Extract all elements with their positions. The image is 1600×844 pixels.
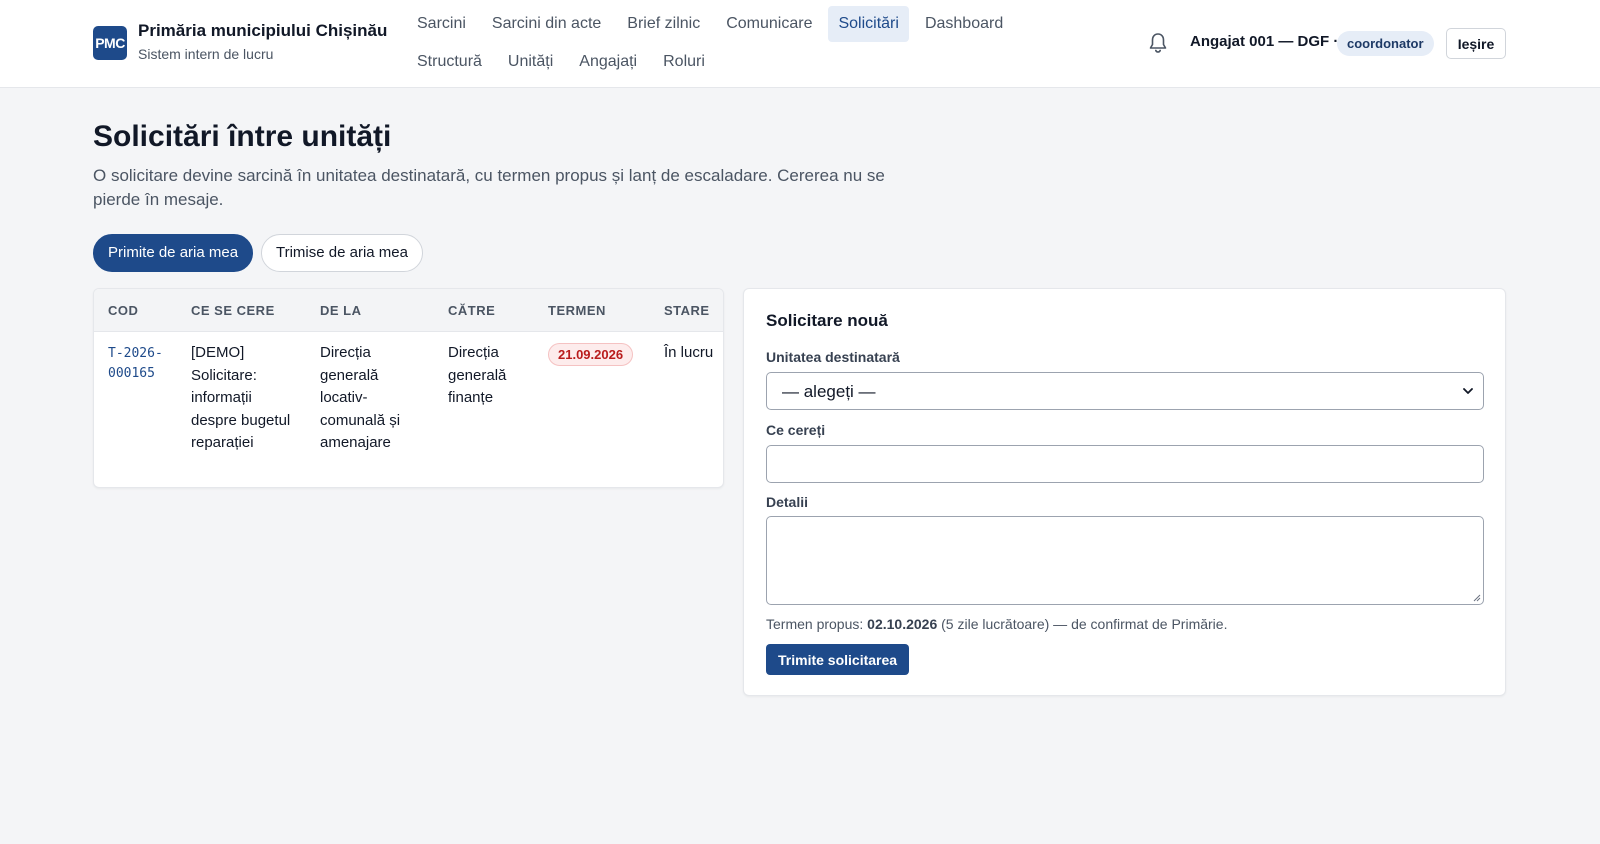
cell-request: [DEMO] Solicitare: informații despre bug… <box>191 344 291 451</box>
col-header-code[interactable]: COD <box>108 303 138 318</box>
hint-date: 02.10.2026 <box>867 616 938 632</box>
tab-sent[interactable]: Trimise de aria mea <box>261 234 423 272</box>
requests-table: COD CE SE CERE DE LA CĂTRE TERMEN STARE … <box>93 288 724 488</box>
nav-roluri[interactable]: Roluri <box>653 44 715 80</box>
ask-label: Ce cereți <box>766 422 826 438</box>
main-nav: Sarcini Sarcini din acte Brief zilnic Co… <box>407 6 1047 82</box>
new-request-form: Solicitare nouă Unitatea destinatară — a… <box>743 288 1506 696</box>
nav-brief-zilnic[interactable]: Brief zilnic <box>617 6 710 42</box>
cell-from: Direcția generală locativ-comunală și am… <box>320 344 401 451</box>
col-header-request[interactable]: CE SE CERE <box>191 303 275 318</box>
top-bar: PMC Primăria municipiului Chișinău Siste… <box>0 0 1600 88</box>
cell-code[interactable]: T-2026-000165 <box>108 344 168 384</box>
resize-handle-icon[interactable] <box>1472 593 1481 602</box>
logo[interactable]: PMC <box>93 26 127 60</box>
col-header-from[interactable]: DE LA <box>320 303 362 318</box>
logout-button[interactable]: Ieșire <box>1446 28 1506 59</box>
details-label: Detalii <box>766 494 809 510</box>
hint-suffix: (5 zile lucrătoare) — de confirmat de Pr… <box>941 616 1228 632</box>
cell-status: În lucru <box>664 344 714 361</box>
nav-sarcini-din-acte[interactable]: Sarcini din acte <box>482 6 611 42</box>
nav-structura[interactable]: Structură <box>407 44 492 80</box>
nav-sarcini[interactable]: Sarcini <box>407 6 476 42</box>
table-header: COD CE SE CERE DE LA CĂTRE TERMEN STARE <box>94 289 723 332</box>
page-title: Solicitări între unități <box>93 120 392 153</box>
nav-row-2: Structură Unități Angajați Roluri <box>407 44 1047 80</box>
submit-request-button[interactable]: Trimite solicitarea <box>766 644 910 675</box>
chevron-down-icon <box>1463 388 1473 394</box>
form-title: Solicitare nouă <box>766 311 888 330</box>
hint-prefix: Termen propus: <box>766 616 864 632</box>
deadline-hint: Termen propus: 02.10.2026 (5 zile lucrăt… <box>766 616 1227 632</box>
col-header-to[interactable]: CĂTRE <box>448 303 495 318</box>
nav-row-1: Sarcini Sarcini din acte Brief zilnic Co… <box>407 6 1047 42</box>
tab-received[interactable]: Primite de aria mea <box>93 234 254 272</box>
nav-comunicare[interactable]: Comunicare <box>716 6 822 42</box>
bell-icon[interactable] <box>1148 32 1168 54</box>
nav-unitati[interactable]: Unități <box>498 44 563 80</box>
col-header-deadline[interactable]: TERMEN <box>548 303 606 318</box>
role-badge: coordonator <box>1337 31 1434 56</box>
current-user: Angajat 001 — DGF · <box>1190 33 1339 50</box>
unit-select-value: — alegeți — <box>782 382 876 401</box>
nav-solicitari[interactable]: Solicitări <box>828 6 909 42</box>
org-name: Primăria municipiului Chișinău <box>138 21 388 40</box>
nav-dashboard[interactable]: Dashboard <box>915 6 1013 42</box>
org-subtitle: Sistem intern de lucru <box>138 46 274 62</box>
col-header-status[interactable]: STARE <box>664 303 710 318</box>
details-textarea[interactable] <box>766 516 1484 605</box>
unit-select[interactable]: — alegeți — <box>766 372 1484 410</box>
deadline-badge: 21.09.2026 <box>548 343 634 366</box>
page-description: O solicitare devine sarcină în unitatea … <box>93 166 885 209</box>
nav-angajati[interactable]: Angajați <box>569 44 647 80</box>
cell-to: Direcția generală finanțe <box>448 344 507 406</box>
ask-input[interactable] <box>766 445 1484 483</box>
unit-label: Unitatea destinatară <box>766 349 900 365</box>
